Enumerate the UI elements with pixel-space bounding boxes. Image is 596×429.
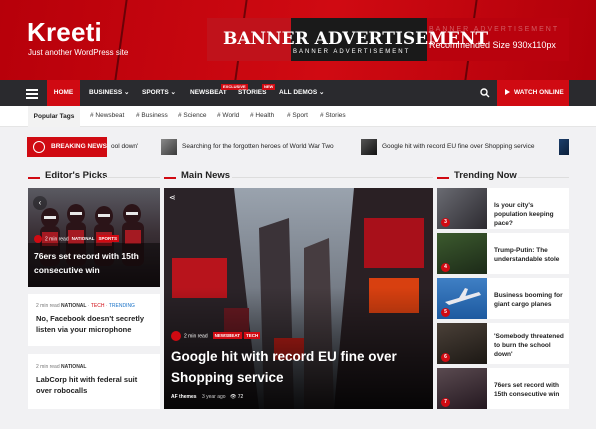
popular-tags-label: Popular Tags (28, 106, 80, 127)
editors-featured-card[interactable]: 2 min read NATIONAL SPORTS 76ers set recor… (28, 188, 160, 287)
new-badge: NEW (262, 84, 276, 90)
category-pill[interactable]: NEWSBEAT (212, 332, 243, 340)
trending-title[interactable]: Trump-Putin: The understandable stole (494, 246, 566, 264)
category-link[interactable]: NATIONAL (61, 364, 86, 370)
trending-title[interactable]: Is your city's population keeping pace? (494, 201, 566, 228)
ticker-item[interactable]: Searching for the forgotten heroes of Wo… (182, 137, 334, 157)
category-pill[interactable]: TECH (244, 332, 261, 340)
view-count: 72 (237, 394, 244, 400)
category-link[interactable]: NATIONAL (61, 303, 86, 309)
nav-home[interactable]: HOME (47, 80, 80, 106)
tag-link[interactable]: # World (217, 106, 239, 126)
read-time: 2 min read (45, 236, 69, 243)
ticker-thumbnail[interactable] (161, 139, 177, 155)
tag-link[interactable]: # Sport (287, 106, 308, 126)
divider (518, 177, 569, 178)
category-link[interactable]: TRENDING (109, 303, 135, 309)
author-link[interactable]: AF themes (171, 394, 197, 400)
breaking-news-ticker: BREAKING NEWS ool down' Searching for th… (27, 137, 569, 157)
trending-rank: 3 (441, 218, 450, 227)
ticker-thumbnail[interactable] (361, 139, 377, 155)
camera-icon (34, 235, 42, 243)
search-icon[interactable] (480, 88, 490, 98)
trending-rank: 5 (441, 308, 450, 317)
featured-meta: 2 min read NATIONAL SPORTS (34, 235, 120, 243)
tag-link[interactable]: # Business (136, 106, 168, 126)
trending-item[interactable]: 5 Business booming for giant cargo plane… (437, 278, 569, 319)
editors-list-item[interactable]: 2 min read NATIONAL LabCorp hit with fed… (28, 354, 160, 409)
editors-picks-title: Editor's Picks (45, 170, 108, 181)
ticker-item[interactable]: Google hit with record EU fine over Shop… (382, 137, 534, 157)
trending-rank: 6 (441, 353, 450, 362)
site-tagline: Just another WordPress site (28, 48, 129, 57)
trending-rank: 4 (441, 263, 450, 272)
divider (232, 177, 433, 178)
post-date: 3 year ago (201, 394, 226, 400)
breaking-news-label: BREAKING NEWS (27, 137, 107, 157)
tag-link[interactable]: # Stories (320, 106, 346, 126)
trending-title[interactable]: 'Somebody threatened to burn the school … (494, 332, 566, 359)
category-pill[interactable]: NATIONAL (72, 236, 95, 241)
read-time: 2 min read (36, 303, 60, 309)
tag-link[interactable]: # Science (178, 106, 207, 126)
main-news-footer: AF themes 3 year ago 👁 72 (171, 394, 243, 400)
live-icon (33, 141, 45, 153)
share-icon[interactable]: ⋖ (169, 193, 176, 202)
divider (105, 177, 160, 178)
tag-link[interactable]: # Health (250, 106, 274, 126)
read-time: 2 min read (184, 333, 208, 340)
nav-all-demos[interactable]: ALL DEMOS ⌄ (279, 80, 324, 106)
tag-link[interactable]: # Newsbeat (90, 106, 124, 126)
editors-list-item[interactable]: 2 min read NATIONAL · TECH · TRENDING No… (28, 294, 160, 346)
trending-item[interactable]: 6 'Somebody threatened to burn the schoo… (437, 323, 569, 364)
category-pill[interactable]: SPORTS (96, 235, 120, 243)
trending-item[interactable]: 7 76ers set record with 15th consecutive… (437, 368, 569, 409)
play-icon (505, 89, 510, 96)
heading-accent (164, 177, 176, 179)
watch-online-button[interactable]: WATCH ONLINE (497, 80, 569, 106)
breaking-news-text: BREAKING NEWS (51, 143, 107, 150)
ticker-item[interactable]: ool down' (111, 137, 138, 157)
trending-item[interactable]: 4 Trump-Putin: The understandable stole (437, 233, 569, 274)
banner-subtitle: BANNER ADVERTISEMENT (293, 49, 411, 55)
ticker-thumbnail[interactable] (559, 139, 569, 155)
main-news-title: Main News (181, 170, 231, 181)
site-logo[interactable]: Kreeti (27, 17, 102, 48)
heading-accent (28, 177, 40, 179)
popular-tags-bar: Popular Tags # Newsbeat # Business # Sci… (0, 106, 596, 127)
category-link[interactable]: TECH (91, 303, 105, 309)
site-header: Kreeti Just another WordPress site BANNE… (0, 0, 596, 80)
list-item-title[interactable]: No, Facebook doesn't secretly listen via… (36, 313, 154, 335)
trending-rank: 7 (441, 398, 450, 407)
nav-sports[interactable]: SPORTS ⌄ (142, 80, 176, 106)
menu-icon[interactable] (26, 89, 38, 99)
trending-item[interactable]: 3 Is your city's population keeping pace… (437, 188, 569, 229)
banner-size: Recommended Size 930x110px (429, 40, 556, 50)
banner-ad[interactable]: BANNER ADVERTISEMENT BANNER ADVERTISEMEN… (207, 18, 569, 61)
carousel-prev-button[interactable]: ‹ (33, 196, 47, 210)
banner-ghost-text: BANNER ADVERTISEMENT (429, 26, 560, 33)
header-decoration (111, 0, 131, 80)
list-item-title[interactable]: LabCorp hit with federal suit over roboc… (36, 374, 154, 396)
watch-online-label: WATCH ONLINE (514, 89, 564, 96)
trending-title[interactable]: 76ers set record with 15th consecutive w… (494, 381, 566, 399)
heading-accent (437, 177, 449, 179)
list-item-meta: 2 min read NATIONAL (36, 364, 86, 370)
trending-title: Trending Now (454, 170, 517, 181)
views-icon: 👁 (229, 394, 237, 400)
camera-icon (171, 331, 181, 341)
trending-title[interactable]: Business booming for giant cargo planes (494, 291, 566, 309)
main-news-meta: 2 min read NEWSBEAT TECH (171, 331, 261, 341)
read-time: 2 min read (36, 364, 60, 370)
main-news-card[interactable]: ⋖ 2 min read NEWSBEAT TECH Google hit with… (164, 188, 433, 409)
list-item-meta: 2 min read NATIONAL · TECH · TRENDING (36, 303, 135, 309)
nav-business[interactable]: BUSINESS ⌄ (89, 80, 129, 106)
featured-title[interactable]: 76ers set record with 15th consecutive w… (34, 249, 156, 277)
main-news-title[interactable]: Google hit with record EU fine over Shop… (171, 346, 426, 388)
